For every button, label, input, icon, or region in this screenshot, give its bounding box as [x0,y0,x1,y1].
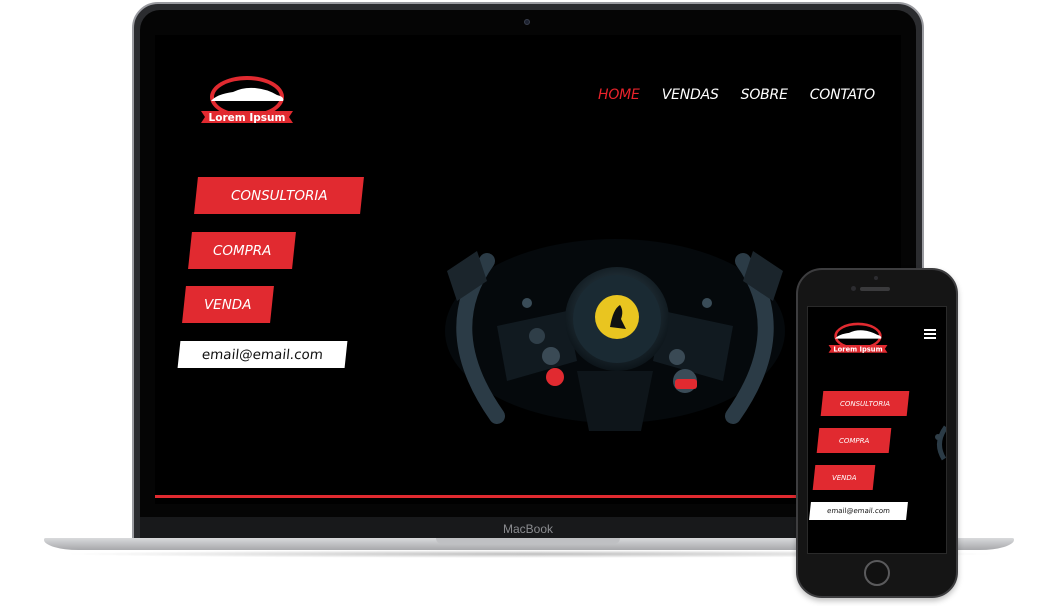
mobile-venda-button[interactable]: VENDA [812,465,876,490]
venda-button[interactable]: VENDA [182,286,274,323]
mobile-compra-label: COMPRA [838,436,870,445]
phone-camera [851,286,856,291]
logo-text: Lorem Ipsum [209,112,286,124]
email-field[interactable] [177,341,348,368]
mobile-logo[interactable]: Lorem Ipsum [826,319,890,357]
phone-sensor [874,276,878,280]
compra-button[interactable]: COMPRA [188,232,296,269]
mobile-consultoria-label: CONSULTORIA [839,399,891,408]
mobile-compra-button[interactable]: COMPRA [816,428,892,453]
mobile-email-field[interactable] [809,502,908,520]
footer-divider [155,495,901,498]
venda-label: VENDA [204,296,252,313]
phone-home-button[interactable] [864,560,890,586]
hamburger-menu-icon[interactable] [924,329,936,341]
consultoria-label: CONSULTORIA [230,187,328,204]
mobile-venda-label: VENDA [831,473,857,482]
main-nav: HOME VENDAS SOBRE CONTATO [598,87,875,103]
logo[interactable]: Lorem Ipsum [197,71,297,129]
laptop-screen: Lorem Ipsum HOME VENDAS SOBRE CONTATO CO… [155,35,901,504]
nav-contato[interactable]: CONTATO [810,87,875,103]
mobile-consultoria-button[interactable]: CONSULTORIA [820,391,910,416]
phone-screen: Lorem Ipsum CONSULTORIA COMPRA VENDA [807,306,947,554]
steering-wheel-icon [445,239,785,431]
mobile-steering-wheel-icon [935,425,946,461]
compra-label: COMPRA [212,242,272,259]
nav-sobre[interactable]: SOBRE [741,87,788,103]
consultoria-button[interactable]: CONSULTORIA [194,177,364,214]
nav-vendas[interactable]: VENDAS [662,87,719,103]
laptop-camera [524,19,530,25]
nav-home[interactable]: HOME [598,87,640,103]
laptop-notch [436,538,620,544]
mobile-logo-text: Lorem Ipsum [833,345,882,353]
phone-speaker [860,287,890,291]
